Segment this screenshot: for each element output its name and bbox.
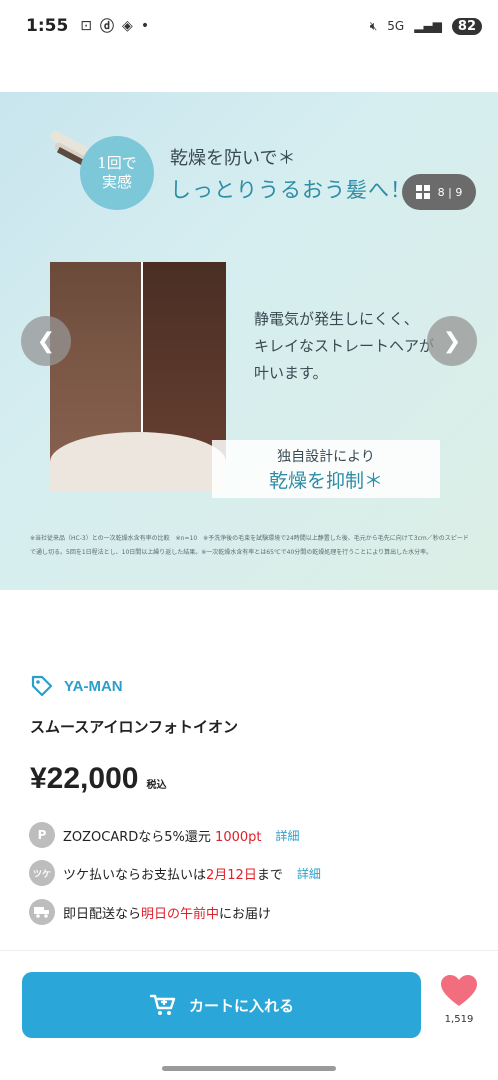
image-counter-button[interactable]: 8 | 9 [402, 174, 476, 210]
badge-line-1: 1回で [97, 154, 137, 173]
tag-icon [31, 675, 53, 697]
benefit-text: 即日配送なら明日の午前中にお届け [63, 903, 271, 922]
badge-line-2: 実感 [101, 173, 132, 191]
benefit-text-before: ZOZOCARDなら5%還元 [63, 829, 216, 845]
points-icon: P [29, 822, 55, 848]
once-badge: 1回で 実感 [80, 136, 154, 210]
benefit-tsuke-barai: ツケ ツケ払いならお支払いは2月12日まで 詳細 [29, 860, 321, 886]
benefit-highlight: 明日の午前中 [141, 906, 220, 922]
heart-icon [441, 975, 477, 1006]
carousel-next-button[interactable]: ❯ [427, 316, 477, 366]
benefit-text: ZOZOCARDなら5%還元 1000pt [63, 826, 261, 845]
favorite-count: 1,519 [444, 1014, 474, 1025]
product-name: スムースアイロンフォトイオン [30, 718, 239, 736]
benefit-text-before: 即日配送なら [63, 906, 142, 922]
zozocard-details-link[interactable]: 詳細 [275, 827, 299, 844]
status-bar: 1:55 ⊡ ⓓ ◈ • 🔇︎ 5G ▂▄▆ 82 [0, 0, 498, 52]
mute-icon: 🔇︎ [369, 18, 378, 33]
d-app-icon: ⓓ [100, 19, 115, 35]
benefit-text-before: ツケ払いならお支払いは [63, 867, 207, 883]
grid-icon [415, 185, 430, 199]
cart-icon [149, 994, 176, 1015]
benefit-text: ツケ払いならお支払いは2月12日まで [63, 864, 283, 883]
home-indicator[interactable] [162, 1066, 336, 1071]
brand-link[interactable]: YA-MAN [30, 674, 123, 698]
hair-comparison-image [50, 262, 226, 492]
cart-button-label: カートに入れる [188, 996, 294, 1015]
benefit-text-after: まで [256, 867, 283, 883]
app-icon: ◈ [122, 18, 133, 34]
status-time: 1:55 [26, 16, 69, 36]
scan-icon: ⊡ [80, 18, 93, 34]
status-system-icons: 🔇︎ 5G ▂▄▆ 82 [369, 17, 482, 35]
carousel-headline-2: しっとりうるおう髪へ！ [170, 178, 412, 202]
callout-line-2: 乾燥を抑制＊ [268, 470, 383, 492]
product-price: ¥22,000 [30, 762, 139, 795]
callout-line-1: 独自設計により [277, 449, 375, 465]
carousel-callout: 独自設計により 乾燥を抑制＊ [212, 440, 440, 498]
add-to-cart-button[interactable]: カートに入れる [22, 972, 421, 1038]
desc-line-3: 叶います。 [254, 364, 328, 382]
signal-icon: ▂▄▆ [414, 19, 442, 33]
deferred-payment-icon: ツケ [29, 860, 55, 886]
carousel-prev-button[interactable]: ❮ [21, 316, 71, 366]
tax-label: 税込 [146, 780, 167, 791]
benefit-highlight: 2月12日 [206, 867, 257, 883]
status-notification-icons: ⊡ ⓓ ◈ • [80, 16, 149, 36]
desc-line-2: キレイなストレートヘアが [254, 337, 435, 355]
carousel-description: 静電気が発生しにくく、 キレイなストレートヘアが 叶います。 [254, 306, 434, 387]
product-image-carousel[interactable]: 8 | 9 1回で 実感 乾燥を防いで＊ しっとりうるおう髪へ！ 静電気が発生し… [0, 92, 498, 590]
benefit-text-after: にお届け [219, 906, 272, 922]
brand-name: YA-MAN [64, 677, 123, 695]
image-counter-text: 8 | 9 [437, 185, 463, 199]
chevron-right-icon: ❯ [442, 328, 462, 354]
carousel-footnote: ※当社従来品（HC-3）との一次乾燥水含有率の比較 ※n=10 ※予洗浄後の毛束… [30, 535, 469, 556]
shoulder-shape [50, 432, 226, 492]
battery-icon: 82 [451, 17, 482, 35]
benefit-same-day-delivery: 即日配送なら明日の午前中にお届け [29, 899, 271, 925]
chevron-left-icon: ❮ [36, 328, 56, 354]
benefit-highlight: 1000pt [215, 829, 262, 845]
desc-line-1: 静電気が発生しにくく、 [254, 310, 419, 328]
network-label: 5G [387, 19, 405, 33]
dot-icon: • [140, 18, 150, 34]
favorite-button[interactable]: 1,519 [432, 974, 486, 1025]
truck-icon [29, 899, 55, 925]
price-row: ¥22,000 税込 [30, 762, 166, 796]
payment-details-link[interactable]: 詳細 [297, 865, 321, 882]
benefit-zozocard: P ZOZOCARDなら5%還元 1000pt 詳細 [29, 822, 300, 848]
carousel-headline-1: 乾燥を防いで＊ [170, 148, 296, 169]
